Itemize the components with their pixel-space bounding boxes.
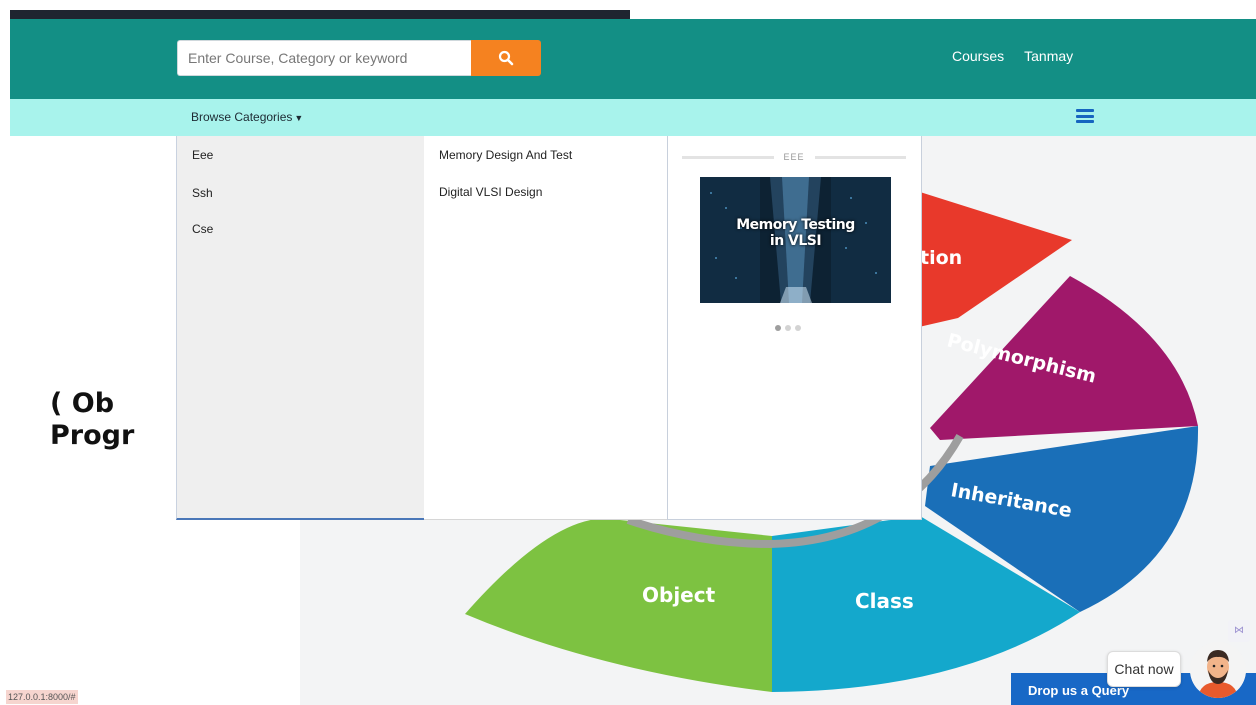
- carousel-dot-3[interactable]: [795, 325, 801, 331]
- carousel-indicators: [775, 325, 801, 331]
- featured-course-thumbnail[interactable]: Memory Testing in VLSI: [700, 177, 891, 303]
- wheel-label-object: Object: [642, 583, 716, 607]
- search-icon: [498, 50, 514, 66]
- divider-right: [814, 155, 907, 159]
- search-bar: [177, 40, 541, 76]
- browse-categories-label: Browse Categories: [191, 110, 293, 124]
- nav-courses-link[interactable]: Courses: [952, 48, 1004, 64]
- hero-title-line2: Progr: [50, 420, 135, 451]
- browse-categories-button[interactable]: Browse Categories ▼: [191, 110, 303, 124]
- translate-icon[interactable]: ⋈: [1228, 620, 1250, 642]
- header-nav: Courses Tanmay: [952, 48, 1073, 64]
- carousel-dot-1[interactable]: [775, 325, 781, 331]
- divider-left: [682, 155, 774, 159]
- category-item-eee[interactable]: Eee: [192, 148, 213, 162]
- page: Object Class Inheritance Polymorphism ti…: [0, 0, 1256, 705]
- hamburger-menu-icon[interactable]: [1076, 107, 1094, 125]
- category-item-cse[interactable]: Cse: [192, 222, 213, 236]
- subcategory-item-digital-vlsi[interactable]: Digital VLSI Design: [439, 185, 542, 199]
- subcategory-list: Memory Design And Test Digital VLSI Desi…: [424, 136, 667, 520]
- carousel-dot-2[interactable]: [785, 325, 791, 331]
- category-list: Eee Ssh Cse: [176, 136, 424, 520]
- featured-header: EEE: [682, 152, 907, 162]
- search-button[interactable]: [471, 40, 541, 76]
- featured-category-label: EEE: [783, 152, 805, 162]
- header-bar: Courses Tanmay: [10, 19, 1256, 99]
- caret-down-icon: ▼: [294, 113, 304, 123]
- chat-now-bubble[interactable]: Chat now: [1107, 651, 1181, 687]
- featured-title-line1: Memory Testing: [736, 217, 855, 233]
- subcategory-item-memory-design[interactable]: Memory Design And Test: [439, 148, 572, 162]
- support-agent-avatar: [1190, 642, 1246, 698]
- wheel-label-abstraction: tion: [920, 247, 962, 269]
- featured-course-panel: EEE Memory Testing in VLSI: [667, 136, 922, 520]
- chat-avatar-icon[interactable]: [1190, 642, 1246, 698]
- categories-dropdown: Eee Ssh Cse Memory Design And Test Digit…: [176, 136, 922, 520]
- featured-course-title: Memory Testing in VLSI: [700, 217, 891, 249]
- status-url: 127.0.0.1:8000/#: [6, 690, 78, 704]
- sub-nav-bar: Browse Categories ▼: [10, 99, 1256, 136]
- category-item-ssh[interactable]: Ssh: [192, 186, 213, 200]
- search-input[interactable]: [177, 40, 471, 76]
- featured-title-line2: in VLSI: [769, 233, 822, 249]
- nav-user-link[interactable]: Tanmay: [1024, 48, 1073, 64]
- hero-title: ( Ob Progr: [50, 388, 134, 452]
- hero-title-line1: ( Ob: [50, 388, 115, 419]
- wheel-label-class: Class: [855, 589, 914, 613]
